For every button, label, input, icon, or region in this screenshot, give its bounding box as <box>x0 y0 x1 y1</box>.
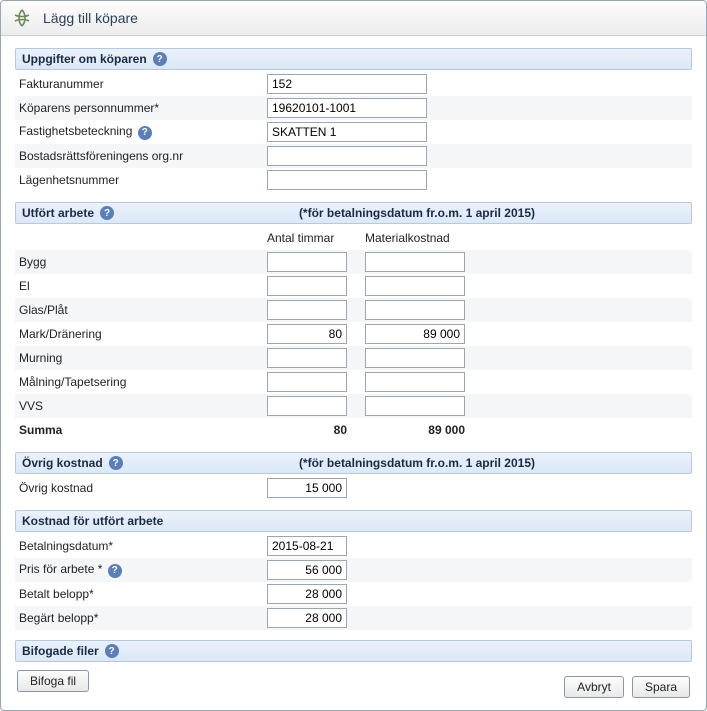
col-material-header: Materialkostnad <box>361 226 479 250</box>
row-mark-label: Mark/Dränering <box>15 322 263 346</box>
price-input[interactable] <box>267 560 347 580</box>
row-malning-hours[interactable] <box>267 372 347 392</box>
dialog-title: Lägg till köpare <box>43 10 138 26</box>
row-bygg-material[interactable] <box>365 252 465 272</box>
row-malning-material[interactable] <box>365 372 465 392</box>
save-button[interactable]: Spara <box>632 676 690 698</box>
invoice-input[interactable] <box>267 74 427 94</box>
help-icon[interactable]: ? <box>153 52 167 66</box>
fastighet-label: Fastighetsbeteckning ? <box>15 120 263 144</box>
fastighet-input[interactable] <box>267 122 427 142</box>
row-mark-material[interactable] <box>365 324 465 344</box>
work-table: Antal timmar Materialkostnad Bygg El Gla… <box>15 226 692 442</box>
row-vvs-label: VVS <box>15 394 263 418</box>
section-other-note: (*för betalningsdatum fr.o.m. 1 april 20… <box>299 456 685 470</box>
cancel-button[interactable]: Avbryt <box>564 676 624 698</box>
row-el-hours[interactable] <box>267 276 347 296</box>
dialog-window: Lägg till köpare Uppgifter om köparen ? … <box>0 0 707 711</box>
row-glas-label: Glas/Plåt <box>15 298 263 322</box>
other-label: Övrig kostnad <box>15 476 263 500</box>
price-label: Pris för arbete * ? <box>15 558 263 582</box>
lgh-input[interactable] <box>267 170 427 190</box>
help-icon[interactable]: ? <box>109 456 123 470</box>
section-files-header: Bifogade filer ? <box>15 640 692 662</box>
row-vvs-material[interactable] <box>365 396 465 416</box>
dialog-body: Uppgifter om köparen ? Fakturanummer Köp… <box>1 36 706 700</box>
price-label-text: Pris för arbete * <box>19 562 102 576</box>
row-glas-hours[interactable] <box>267 300 347 320</box>
row-murning-label: Murning <box>15 346 263 370</box>
sum-hours: 80 <box>263 418 361 442</box>
help-icon[interactable]: ? <box>100 206 114 220</box>
section-work-header: Utfört arbete ? (*för betalningsdatum fr… <box>15 202 692 224</box>
row-murning-hours[interactable] <box>267 348 347 368</box>
section-buyer-title: Uppgifter om köparen <box>22 52 147 66</box>
section-files-title: Bifogade filer <box>22 644 99 658</box>
personnr-label: Köparens personnummer* <box>15 96 263 120</box>
row-vvs-hours[interactable] <box>267 396 347 416</box>
other-input[interactable] <box>267 478 347 498</box>
sum-material: 89 000 <box>361 418 479 442</box>
title-bar: Lägg till köpare <box>1 1 706 36</box>
row-bygg-hours[interactable] <box>267 252 347 272</box>
row-glas-material[interactable] <box>365 300 465 320</box>
section-other-title: Övrig kostnad <box>22 456 103 470</box>
section-cost-header: Kostnad för utfört arbete <box>15 510 692 532</box>
lgh-label: Lägenhetsnummer <box>15 168 263 192</box>
app-logo-icon <box>11 7 33 29</box>
brf-input[interactable] <box>267 146 427 166</box>
help-icon[interactable]: ? <box>138 126 152 140</box>
brf-label: Bostadsrättsföreningens org.nr <box>15 144 263 168</box>
personnr-input[interactable] <box>267 98 427 118</box>
fastighet-label-text: Fastighetsbeteckning <box>19 124 132 138</box>
requested-label: Begärt belopp* <box>15 606 263 630</box>
row-malning-label: Målning/Tapetsering <box>15 370 263 394</box>
dialog-footer: Avbryt Spara <box>564 676 690 698</box>
sum-label: Summa <box>15 418 263 442</box>
attach-file-button[interactable]: Bifoga fil <box>17 670 89 692</box>
other-form: Övrig kostnad <box>15 476 692 500</box>
cost-form: Betalningsdatum* Pris för arbete * ? Bet… <box>15 534 692 630</box>
date-label: Betalningsdatum* <box>15 534 263 558</box>
row-el-material[interactable] <box>365 276 465 296</box>
help-icon[interactable]: ? <box>105 644 119 658</box>
row-el-label: El <box>15 274 263 298</box>
help-icon[interactable]: ? <box>108 564 122 578</box>
section-cost-title: Kostnad för utfört arbete <box>22 514 163 528</box>
col-hours-header: Antal timmar <box>263 226 361 250</box>
date-input[interactable] <box>267 536 347 556</box>
row-mark-hours[interactable] <box>267 324 347 344</box>
requested-input[interactable] <box>267 608 347 628</box>
section-other-header: Övrig kostnad ? (*för betalningsdatum fr… <box>15 452 692 474</box>
section-buyer-header: Uppgifter om köparen ? <box>15 48 692 70</box>
buyer-form: Fakturanummer Köparens personnummer* Fas… <box>15 72 692 192</box>
invoice-label: Fakturanummer <box>15 72 263 96</box>
paid-input[interactable] <box>267 584 347 604</box>
row-bygg-label: Bygg <box>15 250 263 274</box>
paid-label: Betalt belopp* <box>15 582 263 606</box>
section-work-title: Utfört arbete <box>22 206 94 220</box>
row-murning-material[interactable] <box>365 348 465 368</box>
section-work-note: (*för betalningsdatum fr.o.m. 1 april 20… <box>299 206 685 220</box>
